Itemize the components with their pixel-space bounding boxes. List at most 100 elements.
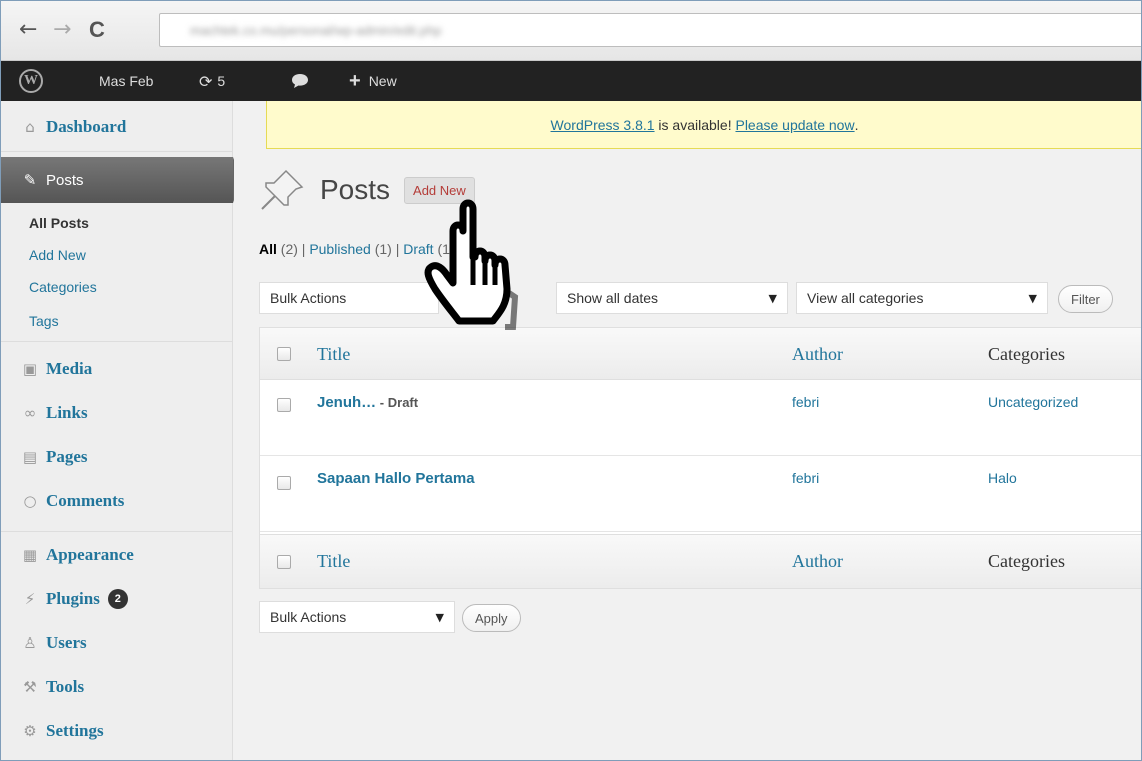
select-all-checkbox[interactable] xyxy=(277,347,291,361)
menu-pages[interactable]: ▤ Pages xyxy=(1,437,233,477)
category-filter-select[interactable]: View all categories ▼ xyxy=(796,282,1048,314)
media-icon: ▣ xyxy=(22,360,38,378)
column-author-footer[interactable]: Author xyxy=(792,551,843,572)
filter-all[interactable]: All xyxy=(259,241,277,257)
url-text: machtek.co.mu/personal/wp-admin/edit.php xyxy=(190,23,442,38)
site-name-link[interactable]: Mas Feb xyxy=(99,61,153,101)
pushpin-icon xyxy=(261,169,304,210)
category-filter-value: View all categories xyxy=(807,290,924,306)
new-content-button[interactable]: + New xyxy=(349,61,397,101)
column-author-header[interactable]: Author xyxy=(792,344,843,365)
address-bar[interactable]: machtek.co.mu/personal/wp-admin/edit.php xyxy=(159,13,1141,47)
bulk-actions-select[interactable]: Bulk Actions xyxy=(259,282,439,314)
menu-posts[interactable]: ✎ Posts xyxy=(1,160,233,200)
menu-appearance[interactable]: ▦ Appearance xyxy=(1,535,233,575)
menu-plugins[interactable]: ⚡ Plugins 2 xyxy=(1,579,233,619)
new-label: New xyxy=(368,73,397,89)
menu-separator xyxy=(1,531,233,532)
filter-button[interactable]: Filter xyxy=(1058,285,1113,313)
table-row: Sapaan Hallo Pertama febri Halo xyxy=(260,456,1141,532)
bulk-actions-value: Bulk Actions xyxy=(270,290,347,306)
tools-icon: ⚒ xyxy=(23,678,37,696)
post-author-link[interactable]: febri xyxy=(792,470,819,486)
menu-settings[interactable]: ⚙ Settings xyxy=(1,711,233,751)
notice-period: . xyxy=(854,116,859,133)
row-checkbox[interactable] xyxy=(277,398,291,412)
submenu-categories[interactable]: Categories xyxy=(29,279,97,295)
appearance-icon: ▦ xyxy=(22,546,38,564)
menu-tools[interactable]: ⚒ Tools xyxy=(1,667,233,707)
column-title-footer[interactable]: Title xyxy=(317,551,350,572)
submenu-all-posts[interactable]: All Posts xyxy=(29,215,89,231)
menu-links[interactable]: ∞ Links xyxy=(1,393,233,433)
filter-published-count: (1) xyxy=(370,241,392,257)
menu-appearance-label: Appearance xyxy=(46,545,134,564)
posts-table: Title Author Categories Jenuh… - Draft f… xyxy=(259,327,1141,589)
settings-icon: ⚙ xyxy=(23,722,37,740)
site-name: Mas Feb xyxy=(99,73,154,89)
plugin-icon: ⚡ xyxy=(24,590,36,608)
admin-sidebar: ⌂ Dashboard ✎ Posts All Posts Add New Ca… xyxy=(1,101,241,760)
comments-button[interactable] xyxy=(291,61,309,101)
chevron-down-icon: ▼ xyxy=(768,291,777,305)
bulk-actions-select-bottom[interactable]: Bulk Actions ▼ xyxy=(259,601,455,633)
back-arrow-icon[interactable]: ← xyxy=(19,19,37,41)
menu-comments[interactable]: ○ Comments xyxy=(1,481,233,521)
menu-users[interactable]: ♙ Users xyxy=(1,623,233,663)
bulk-actions-value: Bulk Actions xyxy=(270,609,347,625)
menu-comments-label: Comments xyxy=(46,491,125,510)
menu-users-label: Users xyxy=(46,633,87,652)
table-row: Jenuh… - Draft febri Uncategorized xyxy=(260,380,1141,456)
pages-icon: ▤ xyxy=(22,448,38,466)
post-title-link[interactable]: Sapaan Hallo Pertama xyxy=(317,470,475,487)
forward-arrow-icon[interactable]: → xyxy=(53,19,71,41)
menu-tools-label: Tools xyxy=(46,677,85,696)
notice-text: is available! xyxy=(654,116,736,133)
menu-dashboard-label: Dashboard xyxy=(46,117,127,136)
updates-button[interactable]: ⟳ 5 xyxy=(199,61,225,101)
menu-separator xyxy=(1,341,233,342)
menu-media-label: Media xyxy=(46,359,93,378)
users-icon: ♙ xyxy=(23,634,37,652)
main-content: WordPress 3.8.1 is available! Please upd… xyxy=(234,101,1141,760)
browser-toolbar: ← → C machtek.co.mu/personal/wp-admin/ed… xyxy=(1,1,1141,61)
post-title-text: Jenuh… xyxy=(317,394,377,411)
column-title-header[interactable]: Title xyxy=(317,344,350,365)
filter-separator: | xyxy=(391,241,404,257)
post-category-link[interactable]: Uncategorized xyxy=(988,394,1078,410)
column-categories-header: Categories xyxy=(988,344,1065,364)
submenu-tags[interactable]: Tags xyxy=(29,313,59,329)
comments-icon: ○ xyxy=(23,492,37,510)
row-checkbox[interactable] xyxy=(277,476,291,490)
apply-button[interactable]: Apply xyxy=(462,604,521,632)
post-category-link[interactable]: Halo xyxy=(988,470,1017,486)
hand-pointer-icon xyxy=(424,199,519,330)
reload-icon[interactable]: C xyxy=(89,19,105,41)
post-state: - Draft xyxy=(376,395,419,410)
date-filter-value: Show all dates xyxy=(567,290,659,306)
please-update-link[interactable]: Please update now xyxy=(735,117,854,133)
plugins-update-badge: 2 xyxy=(107,589,128,609)
menu-dashboard[interactable]: ⌂ Dashboard xyxy=(1,107,233,147)
wp-logo-button[interactable]: W xyxy=(19,61,43,101)
filter-published[interactable]: Published xyxy=(309,241,371,257)
select-all-checkbox[interactable] xyxy=(277,555,291,569)
update-notice: WordPress 3.8.1 is available! Please upd… xyxy=(266,101,1141,149)
menu-settings-label: Settings xyxy=(46,721,104,740)
menu-pages-label: Pages xyxy=(46,447,88,466)
table-header: Title Author Categories xyxy=(260,328,1141,380)
admin-bar: W Mas Feb ⟳ 5 + New xyxy=(1,61,1141,101)
page-title: Posts xyxy=(320,174,391,205)
column-categories-footer: Categories xyxy=(988,551,1065,571)
wordpress-logo-icon: W xyxy=(19,69,43,93)
wordpress-version-link[interactable]: WordPress 3.8.1 xyxy=(551,117,655,133)
chevron-down-icon: ▼ xyxy=(1028,291,1037,305)
comment-bubble-icon xyxy=(292,74,308,88)
menu-posts-label: Posts xyxy=(46,171,84,189)
date-filter-select[interactable]: Show all dates ▼ xyxy=(556,282,788,314)
menu-media[interactable]: ▣ Media xyxy=(1,349,233,389)
post-title-link[interactable]: Jenuh… - Draft xyxy=(317,394,418,411)
submenu-add-new[interactable]: Add New xyxy=(29,247,86,263)
refresh-icon: ⟳ xyxy=(199,71,213,91)
post-author-link[interactable]: febri xyxy=(792,394,819,410)
